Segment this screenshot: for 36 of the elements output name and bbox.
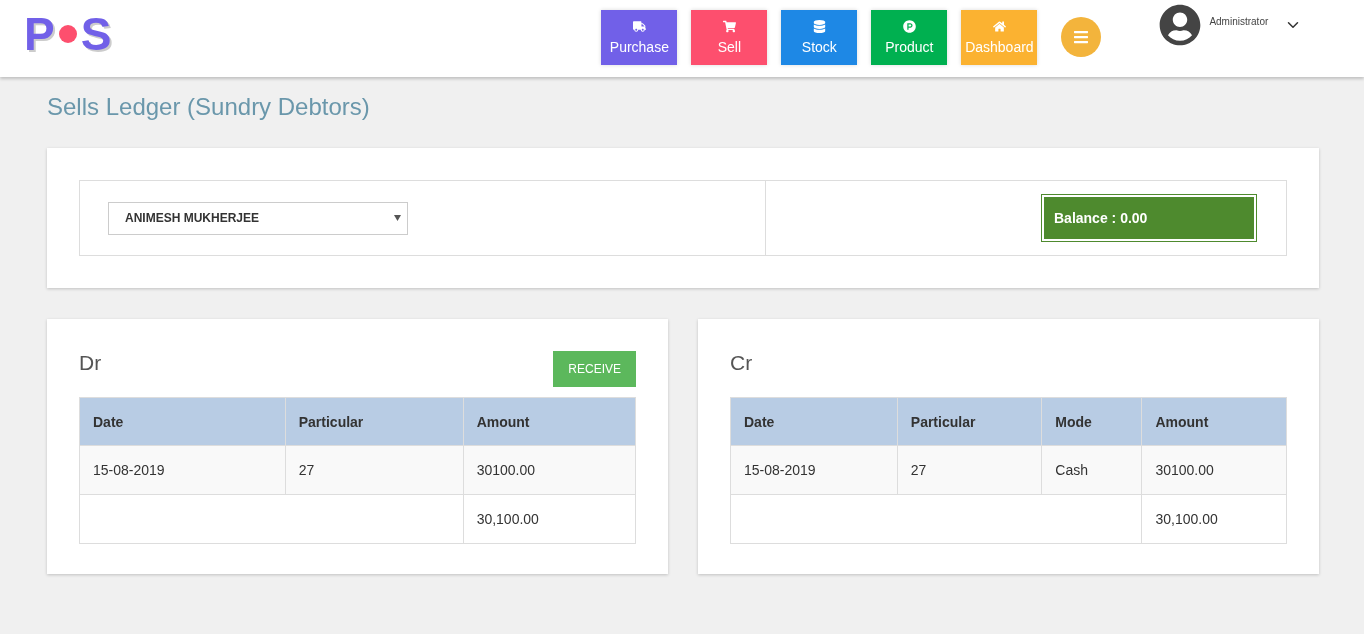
column-header: Amount <box>1141 397 1287 446</box>
coins-icon <box>812 20 826 33</box>
table-cell: 27 <box>285 445 464 495</box>
column-header: Date <box>730 397 898 446</box>
table-cell: Cash <box>1041 445 1142 495</box>
column-header: Mode <box>1041 397 1142 446</box>
balance-label: Balance : 0.00 <box>1042 195 1256 241</box>
caret-icon <box>394 215 401 221</box>
ledger-title: Cr <box>730 351 753 375</box>
table-cell: 30100.00 <box>463 445 636 495</box>
table-cell: 27 <box>897 445 1042 495</box>
receive-button[interactable]: RECEIVE <box>553 351 636 387</box>
table-cell: 15-08-2019 <box>79 445 286 495</box>
page-title: Sells Ledger (Sundry Debtors) <box>47 93 371 121</box>
column-header: Particular <box>285 397 464 446</box>
ledger-title: Dr <box>79 351 102 375</box>
home-icon <box>992 20 1006 33</box>
user-name: Administrator <box>1209 15 1269 27</box>
nav-button[interactable]: Dashboard <box>961 10 1038 65</box>
logo: P S <box>24 12 112 56</box>
customer-select[interactable]: ANIMESH MUKHERJEE <box>108 201 408 235</box>
avatar-icon <box>1159 4 1202 46</box>
column-header: Amount <box>463 397 636 446</box>
nav-button[interactable]: Purchase <box>601 10 678 65</box>
menu-icon <box>1073 29 1090 45</box>
cart-icon <box>722 20 736 33</box>
nav-button[interactable]: Stock <box>781 10 858 65</box>
total-cell: 30,100.00 <box>463 494 636 544</box>
total-cell: 30,100.00 <box>1141 494 1287 544</box>
table-cell: 30100.00 <box>1141 445 1287 495</box>
nav-button[interactable]: Product <box>871 10 948 65</box>
column-header: Date <box>79 397 286 446</box>
truck-icon <box>632 20 646 33</box>
nav-button[interactable]: Sell <box>691 10 768 65</box>
column-header: Particular <box>897 397 1042 446</box>
table-cell: 15-08-2019 <box>730 445 898 495</box>
